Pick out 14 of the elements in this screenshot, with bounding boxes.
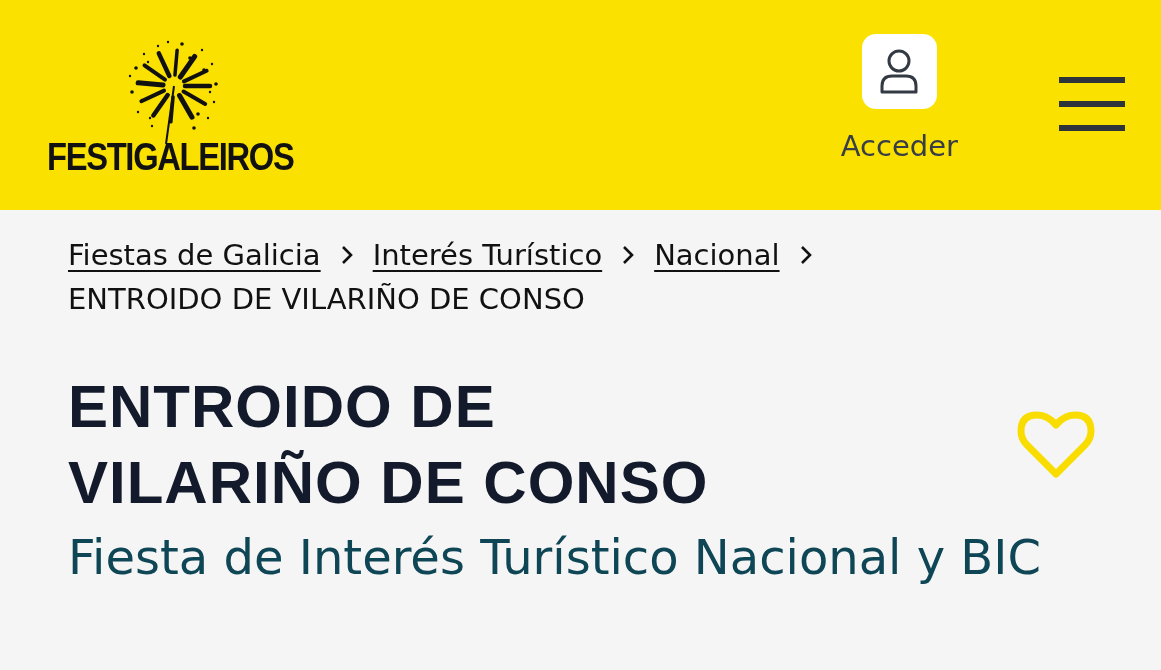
breadcrumb-link[interactable]: Interés Turístico bbox=[372, 233, 603, 277]
event-title: ENTROIDO DE VILARIÑO DE CONSO bbox=[68, 372, 710, 518]
breadcrumb-link[interactable]: Fiestas de Galicia bbox=[68, 233, 321, 277]
menu-icon bbox=[1059, 77, 1125, 131]
menu-button[interactable] bbox=[1059, 77, 1125, 131]
account-label[interactable]: Acceder bbox=[840, 128, 958, 164]
chevron-right-icon bbox=[798, 245, 813, 265]
breadcrumb-link[interactable]: Nacional bbox=[654, 233, 780, 277]
event-subtitle: Fiesta de Interés Turístico Nacional y BIC bbox=[68, 529, 1042, 585]
logo-text[interactable]: FESTIGALEIROS bbox=[47, 140, 294, 174]
chevron-right-icon bbox=[621, 245, 636, 265]
account-button[interactable] bbox=[861, 34, 937, 109]
breadcrumb-current: ENTROIDO DE VILARIÑO DE CONSO bbox=[68, 281, 585, 318]
chevron-right-icon bbox=[339, 245, 354, 265]
